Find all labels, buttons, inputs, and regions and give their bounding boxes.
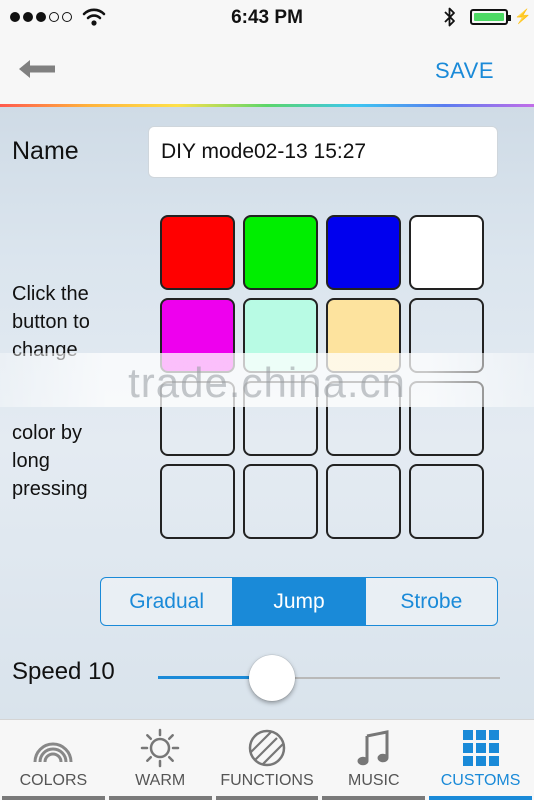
music-note-icon [357,730,389,766]
sun-icon [140,728,180,768]
striped-circle-icon [248,729,286,767]
speed-slider[interactable] [158,655,500,701]
tab-label: CUSTOMS [440,772,521,789]
tab-bar: COLORS WARM FUNCTIONS MUSIC CUSTOMS [0,719,534,800]
charging-bolt-icon: ⚡ [514,8,532,24]
color-swatch[interactable] [409,215,484,290]
mode-jump-button[interactable]: Jump [232,578,365,625]
tab-label: COLORS [19,772,88,789]
tab-label: MUSIC [348,772,400,789]
tab-label: WARM [135,772,186,789]
tab-label: FUNCTIONS [220,772,314,789]
name-input[interactable] [148,126,498,178]
rainbow-icon [33,742,73,763]
custom-mode-editor: Name Click the button to change color by… [0,107,534,719]
grid-icon [462,730,499,766]
instruction-text-bottom: color by long pressing [12,422,88,500]
bluetooth-icon [444,7,455,27]
instruction-text-top: Click the button to change [12,283,90,361]
name-label: Name [12,137,79,165]
mode-gradual-button[interactable]: Gradual [101,578,232,625]
slider-thumb[interactable] [249,655,295,701]
color-swatch[interactable] [243,215,318,290]
color-swatch[interactable] [243,464,318,539]
color-swatch[interactable] [409,464,484,539]
watermark-text: trade.china.cn [128,359,406,406]
color-swatch[interactable] [160,215,235,290]
back-arrow-icon[interactable] [16,54,60,84]
status-bar: 6:43 PM ⚡ [0,0,534,34]
tab-customs[interactable]: CUSTOMS [427,720,534,800]
tab-music[interactable]: MUSIC [320,720,427,800]
speed-label: Speed 10 [12,658,115,685]
navigation-bar: SAVE [0,34,534,104]
tab-functions[interactable]: FUNCTIONS [214,720,321,800]
mode-segmented-control: Gradual Jump Strobe [100,577,498,626]
tab-warm[interactable]: WARM [107,720,214,800]
tab-colors[interactable]: COLORS [0,720,107,800]
color-swatch[interactable] [326,215,401,290]
color-swatch[interactable] [160,464,235,539]
save-button[interactable]: SAVE [435,58,494,84]
color-swatch[interactable] [326,464,401,539]
mode-strobe-button[interactable]: Strobe [364,578,497,625]
watermark: trade.china.cn [0,353,534,407]
battery-icon [470,9,511,25]
